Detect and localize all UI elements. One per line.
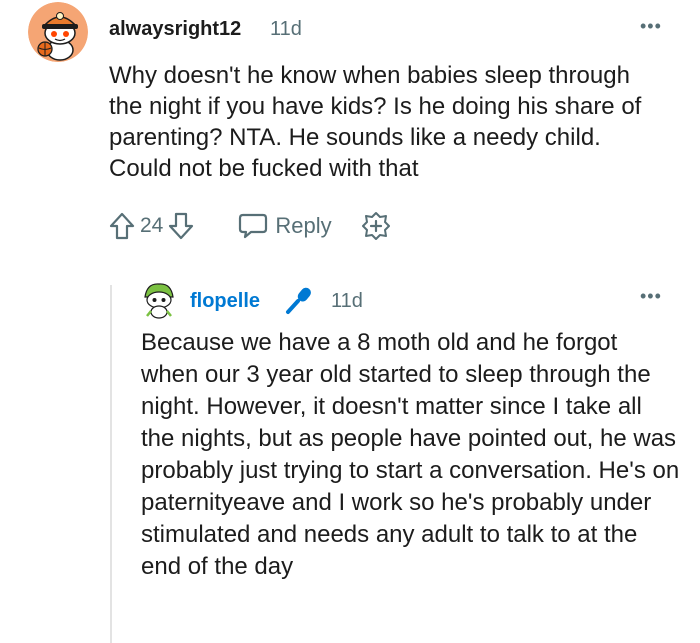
comment-actions: 24 Reply [108,208,392,244]
comment-timestamp: 11d [270,18,302,40]
more-options-icon[interactable]: ••• [640,286,662,307]
snoo-avatar-icon [144,283,174,319]
reply-timestamp: 11d [331,290,363,312]
more-options-icon[interactable]: ••• [640,16,662,37]
comment-body: Why doesn't he know when babies sleep th… [109,62,642,182]
vote-score: 24 [140,214,164,237]
reply-button[interactable]: Reply [237,211,332,241]
avatar[interactable] [141,281,177,319]
microphone-icon [283,285,317,320]
snoo-avatar-icon [28,2,88,62]
comment-username[interactable]: alwaysright12 [109,18,241,41]
reply-username[interactable]: flopelle [190,290,260,313]
thread-line[interactable] [110,285,112,643]
award-plus-icon[interactable] [360,210,392,242]
reply-label: Reply [275,213,332,238]
upvote-icon[interactable] [108,211,136,241]
reply-body: Because we have a 8 moth old and he forg… [141,329,680,580]
reply-bubble-icon [237,211,269,241]
avatar[interactable] [28,2,88,62]
downvote-icon[interactable] [167,211,195,241]
